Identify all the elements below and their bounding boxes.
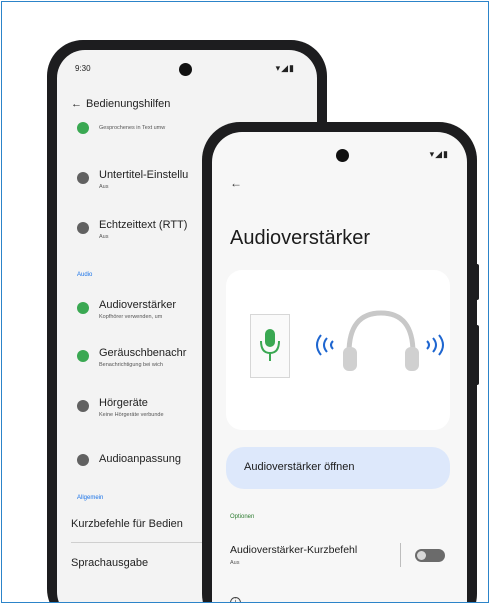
settings-item-subtitle: Aus	[99, 184, 109, 190]
captions-icon	[77, 172, 89, 184]
section-header-general: Allgemein	[77, 495, 104, 501]
vertical-divider	[400, 543, 401, 567]
section-header-audio: Audio	[77, 272, 93, 278]
settings-item-subtitle: Aus	[99, 234, 109, 240]
settings-item-subtitle: Gesprochenes in Text umw	[99, 125, 166, 131]
image-frame: 9:30 ▾◢▮ ← Bedienungshilfen Gesprochenes …	[1, 1, 489, 603]
phone-mic-illustration	[250, 314, 290, 378]
front-phone: ▾◢▮ ← Audioverstärker Audioverstärker öf…	[202, 122, 479, 602]
open-sound-amplifier-button[interactable]: Audioverstärker öffnen	[226, 447, 450, 489]
headphones-waves-icon	[316, 310, 444, 371]
settings-item-title: Geräuschbenachr	[99, 347, 187, 359]
sound-amplifier-icon	[77, 302, 89, 314]
settings-item-subtitle: Keine Hörgeräte verbunde	[99, 412, 164, 418]
status-time: 9:30	[75, 64, 91, 73]
front-camera-icon	[336, 149, 349, 162]
settings-item-subtitle: Benachrichtigung bei wich	[99, 362, 163, 368]
rtt-icon	[77, 222, 89, 234]
signal-battery-icon: ▾◢▮	[429, 149, 449, 159]
front-phone-screen: ▾◢▮ ← Audioverstärker Audioverstärker öf…	[212, 132, 467, 602]
back-arrow-icon[interactable]: ←	[230, 176, 242, 190]
settings-item-title: Audioverstärker	[99, 299, 177, 311]
transcribe-icon	[77, 122, 89, 134]
front-camera-icon	[179, 63, 192, 76]
signal-battery-icon: ▾◢▮	[275, 63, 295, 73]
shortcut-row-status: Aus	[230, 560, 240, 566]
back-arrow-icon[interactable]: ←	[71, 98, 82, 110]
toggle-knob	[417, 551, 426, 560]
illustration-card	[226, 270, 450, 430]
settings-item-title: Untertitel-Einstellu	[99, 169, 189, 181]
page-title: Audioverstärker	[230, 227, 371, 249]
settings-item-talkback[interactable]: Sprachausgabe	[71, 557, 148, 569]
open-button-label: Audioverstärker öffnen	[244, 461, 355, 473]
settings-item-shortcuts[interactable]: Kurzbefehle für Bedien	[71, 518, 183, 530]
app-bar-title: Bedienungshilfen	[86, 98, 171, 110]
info-icon: i	[230, 597, 241, 602]
audio-adjustment-icon	[77, 454, 89, 466]
status-bar: 9:30 ▾◢▮	[57, 50, 317, 90]
hearing-aid-icon	[77, 400, 89, 412]
power-button	[475, 264, 479, 300]
shortcut-toggle[interactable]	[415, 549, 445, 562]
settings-item-title: Audioanpassung	[99, 453, 181, 465]
shortcut-row-title[interactable]: Audioverstärker-Kurzbefehl	[230, 544, 357, 556]
settings-item-title: Echtzeittext (RTT)	[99, 219, 188, 231]
volume-button	[475, 325, 479, 385]
app-bar: ← Bedienungshilfen	[71, 98, 170, 110]
sound-notifications-icon	[77, 350, 89, 362]
settings-item-title: Hörgeräte	[99, 397, 148, 409]
microphone-icon	[260, 329, 280, 361]
section-header-options: Optionen	[230, 514, 255, 520]
settings-item-subtitle: Kopfhörer verwenden, um	[99, 314, 163, 320]
